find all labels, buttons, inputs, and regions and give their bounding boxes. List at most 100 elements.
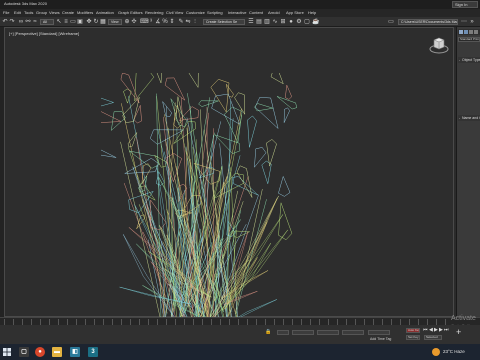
menu-animation[interactable]: Animation bbox=[96, 10, 114, 16]
menu-edit[interactable]: Edit bbox=[14, 10, 21, 16]
reference-coordinate-dropdown[interactable]: View bbox=[108, 19, 122, 25]
wire-blade bbox=[119, 286, 192, 305]
menu-group[interactable]: Group bbox=[36, 10, 47, 16]
select-manipulate-icon[interactable]: ✣ bbox=[131, 19, 137, 25]
render-setup-icon[interactable]: ⚙ bbox=[296, 19, 302, 25]
menu-graph-editors[interactable]: Graph Editors bbox=[118, 10, 143, 16]
activate-windows-watermark: Activate bbox=[451, 315, 476, 322]
task-view-icon[interactable]: ▢ bbox=[19, 347, 29, 357]
chrome-icon[interactable]: ● bbox=[35, 347, 45, 357]
percent-snap-icon[interactable]: % bbox=[162, 19, 168, 25]
sign-in-button[interactable]: Sign In bbox=[452, 1, 478, 8]
command-panel: Standard Primitives Object Type Name and… bbox=[456, 27, 480, 317]
folder-icon[interactable]: ▭ bbox=[388, 19, 394, 25]
window-crossing-icon[interactable]: ▣ bbox=[77, 19, 83, 25]
material-editor-icon[interactable]: ● bbox=[288, 19, 294, 25]
named-selection-sets-dropdown[interactable]: Create Selection Se bbox=[203, 19, 245, 25]
project-path-field[interactable]: C:\Users\USER\Documents\3ds Max 2020 bbox=[398, 19, 458, 25]
menu-app-store[interactable]: App Store bbox=[286, 10, 304, 16]
add-time-tag-button[interactable]: Add Time Tag bbox=[370, 337, 391, 341]
select-scale-icon[interactable]: ▦ bbox=[100, 19, 106, 25]
3ds-max-icon[interactable]: 3 bbox=[88, 347, 98, 357]
angle-snap-icon[interactable]: ∡ bbox=[155, 19, 161, 25]
menu-customize[interactable]: Customize bbox=[186, 10, 205, 16]
toggle-scene-explorer-icon[interactable]: ☰ bbox=[248, 19, 254, 25]
windows-start-icon[interactable] bbox=[3, 348, 11, 356]
absolute-mode-field[interactable] bbox=[277, 330, 289, 335]
workspace-menu-icon[interactable]: ⋯ bbox=[461, 19, 467, 25]
unlink-icon[interactable]: ⚯ bbox=[25, 19, 31, 25]
y-coordinate-field[interactable] bbox=[317, 330, 339, 335]
schematic-view-icon[interactable]: ⊞ bbox=[280, 19, 286, 25]
selection-lock-icon[interactable]: 🔒 bbox=[265, 330, 271, 335]
x-coordinate-field[interactable] bbox=[292, 330, 314, 335]
wire-stem bbox=[206, 106, 209, 318]
pivot-center-icon[interactable]: ⊕ bbox=[124, 19, 130, 25]
modify-tab-icon[interactable] bbox=[464, 30, 468, 34]
menu-arnold[interactable]: Arnold bbox=[268, 10, 280, 16]
set-key-button[interactable]: Set Key bbox=[406, 335, 420, 340]
select-object-icon[interactable]: ↖ bbox=[56, 19, 62, 25]
go-to-start-icon[interactable]: ⏮ bbox=[423, 328, 428, 333]
previous-frame-icon[interactable]: ◀ bbox=[429, 328, 433, 333]
name-and-color-rollout[interactable]: Name and Color bbox=[458, 115, 480, 121]
menu-create[interactable]: Create bbox=[62, 10, 74, 16]
ribbon-toggle-icon[interactable]: ▥ bbox=[264, 19, 270, 25]
rectangle-selection-icon[interactable]: ▭ bbox=[70, 19, 76, 25]
wire-leaf bbox=[225, 84, 234, 98]
rendered-frame-window-icon[interactable]: ▢ bbox=[304, 19, 310, 25]
link-icon[interactable]: ∞ bbox=[18, 19, 24, 25]
menu-modifiers[interactable]: Modifiers bbox=[77, 10, 93, 16]
grid-size-field[interactable] bbox=[368, 330, 390, 335]
wireframe-plant-model[interactable] bbox=[101, 73, 297, 335]
auto-key-button[interactable]: Auto Key bbox=[406, 328, 420, 333]
motion-tab-icon[interactable] bbox=[474, 30, 478, 34]
snaps-toggle-icon[interactable]: ³ bbox=[148, 19, 154, 25]
wire-leaf bbox=[224, 106, 243, 144]
toggle-layer-explorer-icon[interactable]: ▤ bbox=[256, 19, 262, 25]
selected-dropdown[interactable]: Selected bbox=[424, 335, 442, 340]
menu-help[interactable]: Help bbox=[308, 10, 316, 16]
select-by-name-icon[interactable]: ≡ bbox=[63, 19, 69, 25]
viewcube-icon[interactable] bbox=[429, 36, 449, 54]
weather-icon[interactable] bbox=[432, 348, 440, 356]
align-icon[interactable]: ⫶ bbox=[192, 19, 198, 25]
app-icon[interactable]: ◧ bbox=[70, 347, 80, 357]
next-frame-icon[interactable]: ▶ bbox=[439, 328, 443, 333]
menu-rendering[interactable]: Rendering bbox=[145, 10, 163, 16]
menu-file[interactable]: File bbox=[3, 10, 9, 16]
curve-editor-icon[interactable]: ∿ bbox=[272, 19, 278, 25]
menu-interactive[interactable]: Interactive bbox=[228, 10, 246, 16]
edit-named-selection-icon[interactable]: ✎ bbox=[178, 19, 184, 25]
spinner-snap-icon[interactable]: ⇕ bbox=[169, 19, 175, 25]
bind-space-warp-icon[interactable]: ≈ bbox=[32, 19, 38, 25]
go-to-end-icon[interactable]: ⏭ bbox=[444, 328, 449, 333]
zoom-icon[interactable]: + bbox=[456, 328, 461, 337]
select-rotate-icon[interactable]: ↻ bbox=[93, 19, 99, 25]
create-tab-icon[interactable] bbox=[459, 30, 463, 34]
redo-icon[interactable]: ↷ bbox=[9, 19, 15, 25]
wire-leaf bbox=[254, 103, 274, 112]
expand-icon[interactable]: » bbox=[469, 19, 475, 25]
perspective-viewport[interactable]: [+] [Perspective] [Standard] [Wireframe] bbox=[4, 27, 454, 332]
z-coordinate-field[interactable] bbox=[342, 330, 364, 335]
menu-scripting[interactable]: Scripting bbox=[207, 10, 223, 16]
file-explorer-icon[interactable]: ▬ bbox=[52, 347, 62, 357]
menu-civil-view[interactable]: Civil View bbox=[166, 10, 183, 16]
viewport-label[interactable]: [+] [Perspective] [Standard] [Wireframe] bbox=[9, 31, 79, 36]
render-production-icon[interactable]: ☕ bbox=[312, 19, 319, 25]
object-type-rollout[interactable]: Object Type bbox=[458, 57, 480, 63]
time-trackbar[interactable] bbox=[0, 317, 480, 325]
primitive-type-dropdown[interactable]: Standard Primitives bbox=[458, 37, 480, 42]
play-icon[interactable]: ▶ bbox=[434, 328, 438, 333]
mirror-icon[interactable]: ⇋ bbox=[185, 19, 191, 25]
hierarchy-tab-icon[interactable] bbox=[469, 30, 473, 34]
menu-views[interactable]: Views bbox=[49, 10, 60, 16]
select-move-icon[interactable]: ✥ bbox=[86, 19, 92, 25]
menu-tools[interactable]: Tools bbox=[24, 10, 33, 16]
weather-text[interactable]: 23°C Haze bbox=[443, 349, 465, 354]
menu-content[interactable]: Content bbox=[249, 10, 263, 16]
selection-filter-dropdown[interactable]: All bbox=[40, 19, 54, 25]
keyboard-shortcut-icon[interactable]: ⌨ bbox=[140, 19, 149, 25]
undo-icon[interactable]: ↶ bbox=[2, 19, 8, 25]
